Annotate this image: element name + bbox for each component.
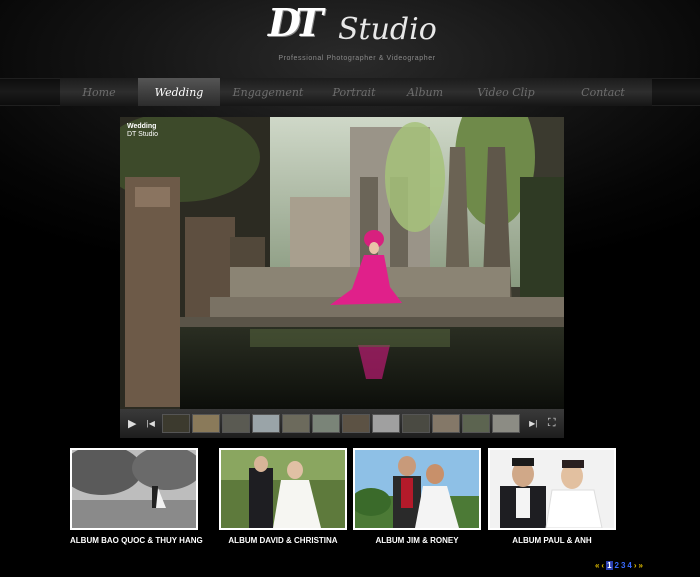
pager-page-1[interactable]: 1 <box>606 561 613 570</box>
pager-prev[interactable]: ‹ <box>601 561 604 570</box>
thumbnail[interactable] <box>222 414 250 433</box>
slide-photo <box>120 117 564 409</box>
thumbnail[interactable] <box>432 414 460 433</box>
pager-last[interactable]: » <box>639 561 643 570</box>
album-card[interactable]: ALBUM BAO QUOC & THUY HANG <box>70 448 203 545</box>
logo-mark: DT <box>268 0 323 45</box>
album-label[interactable]: ALBUM DAVID & CHRISTINA <box>219 536 347 545</box>
nav-album[interactable]: Album <box>392 78 458 106</box>
slide-caption-title: Wedding <box>127 123 157 130</box>
site-logo[interactable]: DT Studio <box>262 0 452 54</box>
album-label[interactable]: ALBUM PAUL & ANH <box>488 536 616 545</box>
pager-page-4[interactable]: 4 <box>627 561 631 570</box>
pager-first[interactable]: « <box>595 561 599 570</box>
album-photo[interactable] <box>488 448 616 530</box>
album-photo[interactable] <box>353 448 481 530</box>
slideshow: Wedding DT Studio ▶ |◀ ▶| ⛶ <box>120 117 564 438</box>
thumbnail[interactable] <box>282 414 310 433</box>
nav-contact[interactable]: Contact <box>554 78 652 106</box>
logo-word: Studio <box>338 12 437 47</box>
nav-engagement[interactable]: Engagement <box>220 78 316 106</box>
pager-page-2[interactable]: 2 <box>615 561 619 570</box>
pager-page-3[interactable]: 3 <box>621 561 625 570</box>
next-icon[interactable]: ▶| <box>524 412 543 435</box>
album-label[interactable]: ALBUM JIM & RONEY <box>353 536 481 545</box>
album-label[interactable]: ALBUM BAO QUOC & THUY HANG <box>70 536 203 545</box>
thumbnail[interactable] <box>372 414 400 433</box>
album-card[interactable]: ALBUM PAUL & ANH <box>488 448 616 545</box>
thumbnail[interactable] <box>492 414 520 433</box>
thumbnail[interactable] <box>402 414 430 433</box>
thumbnail[interactable] <box>462 414 490 433</box>
thumbnail[interactable] <box>252 414 280 433</box>
nav-video-clip[interactable]: Video Clip <box>458 78 554 106</box>
nav-portrait[interactable]: Portrait <box>316 78 392 106</box>
play-icon[interactable]: ▶ <box>123 412 142 435</box>
nav-home[interactable]: Home <box>60 78 138 106</box>
album-card[interactable]: ALBUM JIM & RONEY <box>353 448 481 545</box>
nav-wedding[interactable]: Wedding <box>138 78 220 106</box>
album-card[interactable]: ALBUM DAVID & CHRISTINA <box>219 448 347 545</box>
fullscreen-icon[interactable]: ⛶ <box>543 412 562 435</box>
previous-icon[interactable]: |◀ <box>142 412 161 435</box>
slide-caption: Wedding DT Studio <box>127 123 158 139</box>
tagline: Professional Photographer & Videographer <box>278 55 436 62</box>
thumbnail[interactable] <box>192 414 220 433</box>
thumbnail-strip <box>162 414 520 433</box>
thumbnail[interactable] <box>312 414 340 433</box>
album-pager: « ‹ 1 2 3 4 › » <box>595 561 643 570</box>
pager-next[interactable]: › <box>634 561 637 570</box>
main-nav: Home Wedding Engagement Portrait Album V… <box>60 78 652 106</box>
slideshow-controls: ▶ |◀ ▶| ⛶ <box>120 409 564 438</box>
album-photo[interactable] <box>219 448 347 530</box>
album-photo[interactable] <box>70 448 198 530</box>
thumbnail[interactable] <box>342 414 370 433</box>
slide-caption-subtitle: DT Studio <box>127 131 158 138</box>
thumbnail[interactable] <box>162 414 190 433</box>
